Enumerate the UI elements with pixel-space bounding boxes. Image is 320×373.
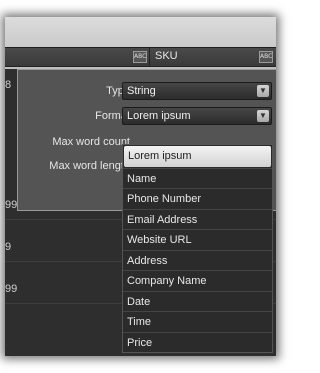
dropdown-option-company-name[interactable]: Company Name — [123, 270, 272, 291]
dropdown-option-lorem-ipsum[interactable]: Lorem ipsum — [124, 146, 271, 167]
chevron-down-icon[interactable]: ▼ — [257, 85, 269, 97]
max-word-count-label: Max word count — [52, 136, 130, 148]
data-grid-window: ABC SKU ABC 8 99 9 99 Type String ▼ Form… — [5, 17, 276, 356]
dropdown-option-email-address[interactable]: Email Address — [123, 208, 272, 230]
grid-cell-fragment[interactable]: 8 — [5, 79, 11, 91]
type-select[interactable]: String ▼ — [122, 82, 272, 100]
dropdown-option-address[interactable]: Address — [123, 249, 272, 271]
column-header-row: ABC SKU ABC — [5, 47, 276, 67]
grid-cell-fragment[interactable]: 99 — [5, 199, 17, 211]
abc-icon[interactable]: ABC — [133, 51, 147, 63]
dropdown-option-website-url[interactable]: Website URL — [123, 229, 272, 250]
dropdown-option-name[interactable]: Name — [123, 167, 272, 189]
dropdown-option-phone-number[interactable]: Phone Number — [123, 188, 272, 209]
dropdown-option-time[interactable]: Time — [123, 311, 272, 332]
format-dropdown-list: Lorem ipsum Name Phone Number Email Addr… — [122, 144, 273, 353]
chevron-down-icon[interactable]: ▼ — [257, 110, 269, 122]
format-select-value: Lorem ipsum — [127, 110, 191, 122]
type-select-value: String — [127, 85, 156, 97]
grid-cell-fragment[interactable]: 99 — [5, 283, 17, 295]
column-header-sku[interactable]: SKU — [155, 50, 178, 62]
dropdown-option-price[interactable]: Price — [123, 331, 272, 353]
dropdown-option-date[interactable]: Date — [123, 290, 272, 312]
max-word-length-label: Max word length — [49, 160, 130, 172]
column-divider[interactable] — [149, 48, 150, 66]
grid-cell-fragment[interactable]: 9 — [5, 241, 11, 253]
format-select[interactable]: Lorem ipsum ▼ — [122, 107, 272, 125]
abc-icon[interactable]: ABC — [259, 51, 273, 63]
